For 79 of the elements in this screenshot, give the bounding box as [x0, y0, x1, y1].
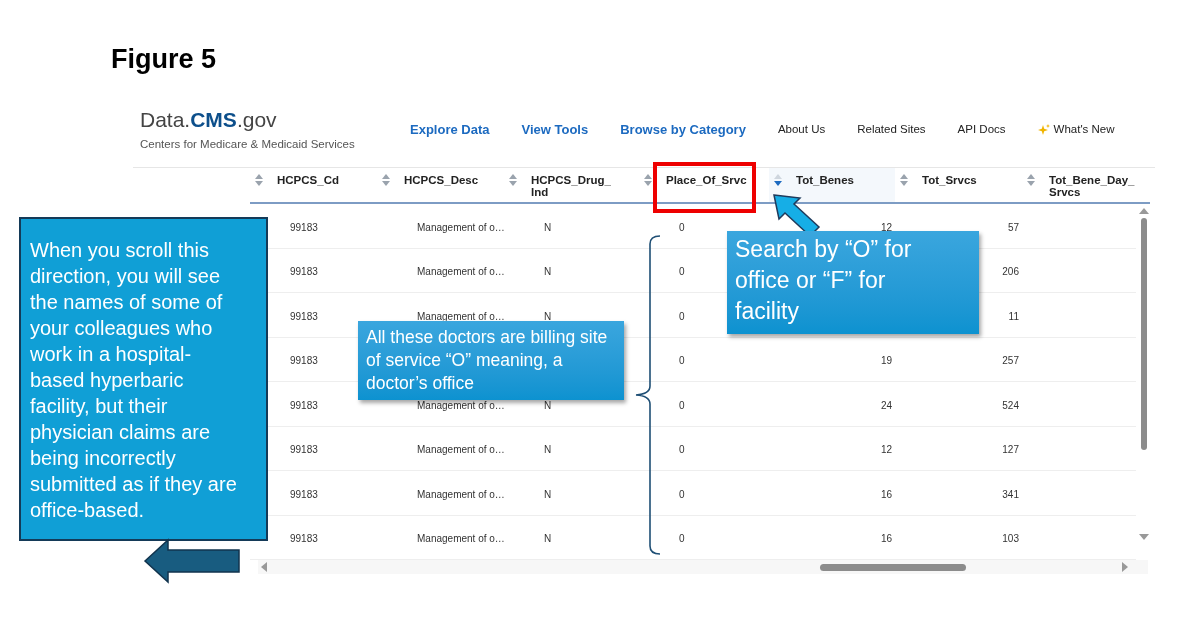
table-cell: 206	[1002, 266, 1019, 278]
table-cell: N	[544, 444, 552, 456]
table-cell: 0	[679, 533, 685, 545]
column-header[interactable]: HCPCS_Drug_ Ind	[504, 168, 639, 202]
nav-link[interactable]: View Tools	[521, 120, 589, 140]
column-header[interactable]: Tot_Srvcs	[895, 168, 1022, 202]
table-cell: 24	[880, 399, 892, 411]
table-cell: 12	[880, 221, 892, 233]
scroll-down-icon[interactable]	[1139, 534, 1149, 540]
table-cell: 99183	[290, 355, 318, 367]
table-cell: N	[544, 221, 552, 233]
table-cell: 257	[1002, 355, 1019, 367]
table-cell: 99183	[290, 266, 318, 278]
scroll-right-icon[interactable]	[1122, 562, 1128, 572]
table-cell: Management of o…	[417, 310, 505, 322]
table-cell: 0	[679, 221, 685, 233]
search-callout: Search by “O” for office or “F” for facility	[727, 231, 979, 334]
nav-link[interactable]: API Docs	[957, 121, 1006, 139]
sort-icon[interactable]	[774, 174, 782, 186]
table-cell: 0	[679, 444, 685, 456]
table-cell: N	[544, 533, 552, 545]
table-cell: 0	[679, 266, 685, 278]
column-header[interactable]: Tot_Bene_Day_ Srvcs	[1022, 168, 1140, 202]
table-cell: N	[544, 488, 552, 500]
scroll-thumb[interactable]	[820, 563, 966, 571]
table-cell: 0	[679, 488, 685, 500]
site-subtitle: Centers for Medicare & Medicaid Services	[140, 137, 356, 153]
nav-link[interactable]: What's New	[1037, 121, 1115, 139]
table-cell: 99183	[290, 444, 318, 456]
nav-link[interactable]: Browse by Category	[620, 120, 746, 140]
nav-link[interactable]: Related Sites	[857, 121, 926, 139]
table-cell: 99183	[290, 533, 318, 545]
table-cell: 0	[679, 399, 685, 411]
column-header[interactable]: HCPCS_Desc	[377, 168, 504, 202]
table-cell: 103	[1002, 533, 1019, 545]
nav-link[interactable]: About Us	[777, 121, 826, 139]
sort-icon[interactable]	[509, 174, 517, 186]
table-cell: 0	[679, 355, 685, 367]
table-cell: 127	[1002, 444, 1019, 456]
table-cell: Management of o…	[417, 533, 505, 545]
table-cell: N	[544, 266, 552, 278]
column-header[interactable]: Tot_Benes	[769, 168, 895, 202]
table-cell: Management of o…	[417, 266, 505, 278]
sparkle-icon	[1037, 123, 1050, 136]
sort-icon[interactable]	[255, 174, 263, 186]
nav-link[interactable]: Explore Data	[410, 120, 490, 140]
table-cell: Management of o…	[417, 221, 505, 233]
table-cell: 341	[1002, 488, 1019, 500]
table-cell: 16	[880, 488, 892, 500]
table-cell: Management of o…	[417, 399, 505, 411]
sort-icon[interactable]	[1027, 174, 1035, 186]
table-cell: 16	[880, 533, 892, 545]
table-cell: 99183	[290, 399, 318, 411]
table-cell: Management of o…	[417, 488, 505, 500]
sort-icon[interactable]	[644, 174, 652, 186]
table-cell: 12	[880, 444, 892, 456]
table-cell: N	[544, 399, 552, 411]
scroll-up-icon[interactable]	[1139, 208, 1149, 214]
site-logo[interactable]: Data.CMS.gov	[140, 107, 410, 134]
table-cell: 524	[1002, 399, 1019, 411]
table-cell: Management of o…	[417, 444, 505, 456]
scroll-thumb[interactable]	[1141, 218, 1147, 450]
sort-icon[interactable]	[900, 174, 908, 186]
table-cell: 11	[1008, 310, 1019, 322]
figure-title: Figure 5	[111, 46, 217, 73]
table-cell: 99183	[290, 221, 318, 233]
table-cell: 57	[1007, 221, 1019, 233]
table-cell: 99183	[290, 310, 318, 322]
scroll-callout: When you scroll this direction, you will see the names of some of your colleagues who work in a hospital-based hyperbaric facility, but their physician claims are being incorrectly submitted as if they are office-based.	[19, 217, 268, 541]
billing-callout: All these doctors are billing site of service “O” meaning, a doctor’s office	[358, 321, 624, 400]
horizontal-scrollbar[interactable]	[258, 560, 1148, 574]
table-cell: N	[544, 310, 552, 322]
table-cell: 99183	[290, 488, 318, 500]
column-header[interactable]: Place_Of_Srvc	[639, 168, 769, 202]
table-cell: 0	[679, 310, 685, 322]
column-header[interactable]: HCPCS_Cd	[250, 168, 377, 202]
scroll-left-icon[interactable]	[261, 562, 267, 572]
table-cell: 19	[880, 355, 892, 367]
sort-icon[interactable]	[382, 174, 390, 186]
